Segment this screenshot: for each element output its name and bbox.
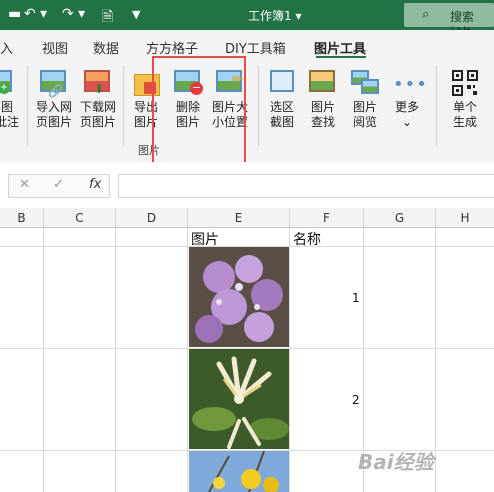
- more-icon: •••: [393, 74, 428, 95]
- gridline: [187, 228, 188, 492]
- column-header-f[interactable]: F: [290, 208, 364, 228]
- picture-browse-icon: [351, 70, 379, 96]
- cancel-icon[interactable]: ✕: [19, 177, 30, 192]
- print-preview-icon[interactable]: 🗎: [102, 6, 113, 30]
- undo-icon[interactable]: ↶ ▾: [24, 6, 47, 22]
- tab-picture-tools[interactable]: 图片工具: [314, 38, 366, 57]
- customize-toolbar-icon[interactable]: ▼: [132, 8, 140, 21]
- qr-single-generate-button[interactable]: 单个 生成: [448, 70, 482, 130]
- formula-bar: ✕ ✓ fx: [0, 162, 494, 208]
- button-label: 图: [0, 100, 13, 114]
- qr-code-icon: [451, 70, 479, 96]
- column-header-c[interactable]: C: [44, 208, 116, 228]
- lilac-flower-image[interactable]: [189, 247, 289, 347]
- tab-insert[interactable]: 入: [0, 38, 13, 57]
- button-label: 批注: [0, 115, 19, 129]
- picture-comment-button[interactable]: + 图 批注: [0, 70, 20, 130]
- button-label: 页图片: [35, 115, 72, 129]
- chevron-down-icon: ⌄: [401, 115, 413, 129]
- picture-find-icon: [309, 70, 337, 96]
- button-label: 导入网: [35, 100, 72, 114]
- divider: [436, 66, 437, 146]
- cell-e-header[interactable]: 图片: [191, 229, 219, 249]
- download-web-picture-icon: ⬇: [84, 70, 112, 96]
- tab-fangfang[interactable]: 方方格子: [146, 38, 198, 57]
- cell-f-row2[interactable]: 2: [352, 393, 360, 407]
- divider: [27, 66, 28, 146]
- column-header-h[interactable]: H: [436, 208, 494, 228]
- enter-icon[interactable]: ✓: [53, 177, 64, 192]
- ribbon-tabs: 入 视图 数据 方方格子 DIY工具箱 图片工具: [0, 30, 494, 58]
- column-header-b[interactable]: B: [0, 208, 44, 228]
- import-web-picture-icon: 🔗: [40, 70, 68, 98]
- gridline: [115, 228, 116, 492]
- button-label: 更多: [394, 100, 419, 114]
- column-header-g[interactable]: G: [364, 208, 436, 228]
- title-bar: ▬ ↶ ▾ ↷ ▾ 🗎 ▼ 工作簿1 ▾ ⌕ 搜索(Alt: [0, 0, 494, 39]
- divider: [258, 66, 259, 146]
- button-label: 选区: [269, 100, 294, 114]
- screenshot-icon: [268, 70, 296, 96]
- add-icon: +: [0, 82, 10, 94]
- cell-f-row1[interactable]: 1: [352, 291, 360, 305]
- search-icon: ⌕: [422, 7, 430, 22]
- picture-find-button[interactable]: 图片 查找: [306, 70, 340, 130]
- watermark: Bai经验: [358, 450, 434, 474]
- formula-input[interactable]: [118, 174, 494, 198]
- more-button[interactable]: ••• 更多 ⌄: [390, 70, 428, 130]
- search-box[interactable]: ⌕ 搜索(Alt: [404, 3, 494, 39]
- formula-commands: ✕ ✓ fx: [8, 174, 110, 198]
- gridline: [43, 228, 44, 492]
- highlight-box: [152, 56, 246, 170]
- gridline: [435, 228, 436, 492]
- picture-browse-button[interactable]: 图片 阅览: [348, 70, 382, 130]
- column-header-e[interactable]: E: [188, 208, 290, 228]
- cell-f-header[interactable]: 名称: [293, 229, 321, 249]
- tab-data[interactable]: 数据: [93, 38, 119, 57]
- redo-icon[interactable]: ↷ ▾: [62, 6, 85, 22]
- button-label: 页图片: [79, 115, 116, 129]
- insert-function-icon[interactable]: fx: [89, 177, 101, 192]
- selection-screenshot-button[interactable]: 选区 截图: [264, 70, 300, 130]
- divider: [123, 66, 124, 146]
- button-label: 截图: [269, 115, 294, 129]
- button-label: 阅览: [352, 115, 377, 129]
- gridline: [289, 228, 290, 492]
- import-web-picture-button[interactable]: 🔗 导入网 页图片: [32, 70, 76, 130]
- button-label: 图片: [352, 100, 377, 114]
- button-label: 查找: [310, 115, 335, 129]
- honeysuckle-flower-image[interactable]: [189, 349, 289, 449]
- save-icon[interactable]: ▬: [8, 6, 21, 22]
- column-header-d[interactable]: D: [116, 208, 188, 228]
- button-label: 生成: [452, 115, 477, 129]
- tab-view[interactable]: 视图: [42, 38, 68, 57]
- button-label: 图片: [310, 100, 335, 114]
- tab-diy-toolbox[interactable]: DIY工具箱: [225, 38, 286, 57]
- button-label: 单个: [452, 100, 477, 114]
- yellow-flower-image[interactable]: [189, 451, 289, 492]
- workbook-title[interactable]: 工作簿1 ▾: [248, 7, 301, 24]
- download-web-picture-button[interactable]: ⬇ 下载网 页图片: [76, 70, 120, 130]
- button-label: 下载网: [79, 100, 116, 114]
